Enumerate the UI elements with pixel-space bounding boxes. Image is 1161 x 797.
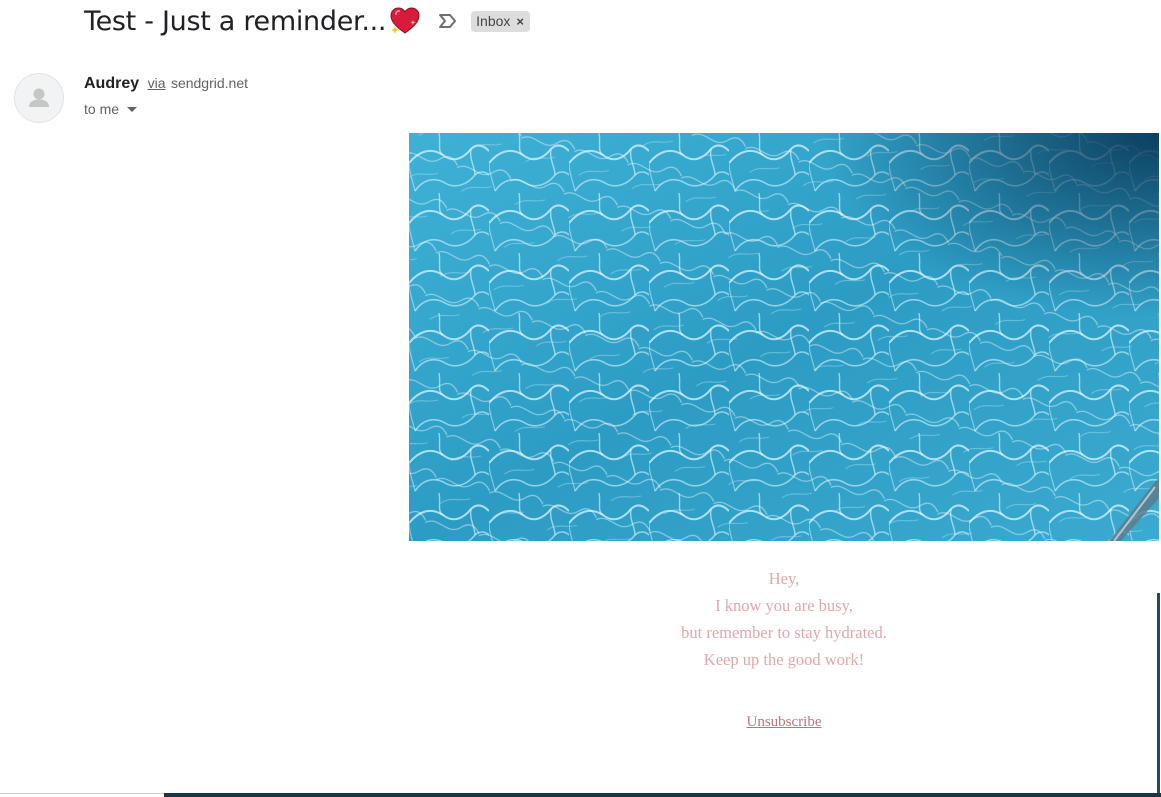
- right-edge-divider: [1157, 593, 1160, 797]
- sender-line: Audrey via sendgrid.net: [84, 75, 248, 93]
- sender-name[interactable]: Audrey: [84, 75, 139, 92]
- inbox-label-text: Inbox: [476, 13, 511, 29]
- message-line: Hey,: [768, 569, 800, 588]
- recipient-label: to me: [84, 101, 120, 117]
- email-message: Hey, I know you are busy, but remember t…: [409, 565, 1159, 673]
- via-link[interactable]: via: [148, 75, 166, 91]
- default-person-icon: [29, 88, 49, 107]
- email-subject: Test - Just a reminder...: [84, 5, 387, 37]
- show-details-dropdown-icon[interactable]: [127, 106, 138, 112]
- bottom-bar: [164, 793, 1161, 797]
- recipient-line: to me: [84, 101, 138, 117]
- subject-row: Test - Just a reminder... Inbox ×: [84, 2, 531, 40]
- message-line: I know you are busy,: [715, 596, 853, 615]
- bottom-divider: [0, 793, 164, 794]
- remove-label-icon[interactable]: ×: [516, 14, 524, 29]
- message-line: but remember to stay hydrated.: [681, 623, 887, 642]
- sparkling-heart-icon: [389, 6, 421, 36]
- importance-marker-icon[interactable]: [437, 12, 459, 30]
- pool-water-image: [409, 133, 1159, 541]
- sender-domain: sendgrid.net: [170, 75, 248, 91]
- inbox-label-chip: Inbox ×: [471, 10, 531, 32]
- unsubscribe-link[interactable]: Unsubscribe: [409, 714, 1159, 731]
- sender-avatar[interactable]: [14, 73, 64, 123]
- message-line: Keep up the good work!: [703, 650, 865, 669]
